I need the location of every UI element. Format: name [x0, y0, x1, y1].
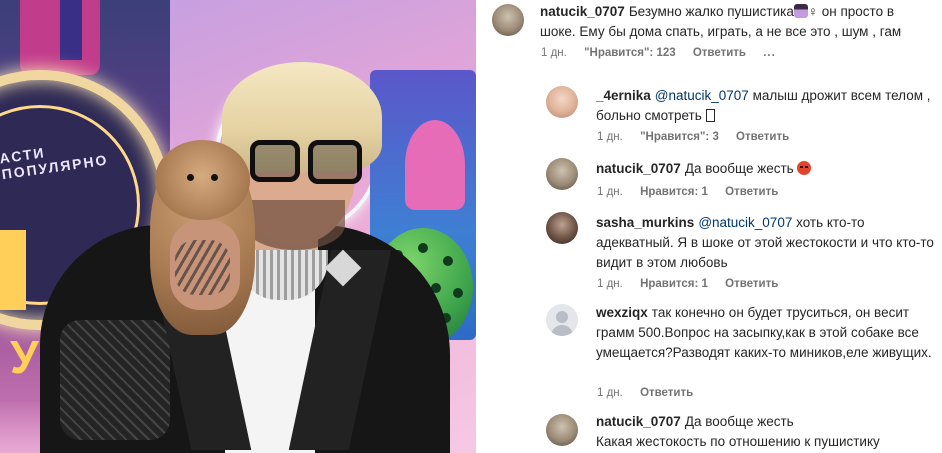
puppy-head [155, 140, 250, 220]
avatar[interactable] [546, 414, 578, 446]
person-beard [245, 200, 345, 250]
comment-likes[interactable]: "Нравится": 3 [640, 131, 719, 143]
comment-username[interactable]: wexziqx [596, 305, 648, 320]
comment-text: natucik_0707 Да вообще жесть Какая жесток… [596, 412, 936, 452]
comment-meta: 1 дн. Нравится: 1 Ответить [597, 278, 792, 290]
comment-body: Да вообще жесть [684, 161, 798, 176]
comment-likes[interactable]: Нравится: 1 [640, 186, 708, 198]
comment-age: 1 дн. [597, 131, 623, 143]
default-avatar-icon [556, 311, 568, 323]
comment-username[interactable]: natucik_0707 [540, 4, 625, 19]
stage-decor [405, 120, 465, 210]
comment-mention[interactable]: @natucik_0707 [698, 215, 792, 230]
post-photo[interactable]: АСТИ ПОПУЛЯРНО УЗ [0, 0, 476, 453]
reply-button[interactable]: Ответить [725, 278, 778, 290]
person-shrugging-icon [793, 4, 808, 18]
comment-meta: 1 дн. Нравится: 1 Ответить [597, 186, 792, 198]
avatar[interactable] [546, 86, 578, 118]
comment-meta: 1 дн. "Нравится": 123 Ответить ... [541, 47, 790, 59]
comment-text: _4ernika @natucik_0707 малыш дрожит всем … [596, 86, 936, 126]
comment-username[interactable]: natucik_0707 [596, 414, 681, 429]
more-options-icon[interactable]: ... [763, 47, 776, 59]
comment-likes[interactable]: Нравится: 1 [640, 278, 708, 290]
comment-mention[interactable]: @natucik_0707 [655, 88, 749, 103]
jacket-pattern [60, 320, 170, 440]
angry-face-icon [797, 161, 812, 175]
comment-age: 1 дн. [541, 47, 567, 59]
comment-text: natucik_0707 Да вообще жесть [596, 159, 936, 179]
comment-text: natucik_0707 Безумно жалко пушистика ♀ он … [540, 2, 920, 42]
comment-body: Да вообще жесть [684, 414, 794, 429]
avatar[interactable] [546, 212, 578, 244]
comment-age: 1 дн. [597, 278, 623, 290]
stage-decor [60, 0, 82, 60]
reply-button[interactable]: Ответить [725, 186, 778, 198]
avatar[interactable] [546, 158, 578, 190]
reply-button[interactable]: Ответить [693, 47, 746, 59]
comment-meta: 1 дн. "Нравится": 3 Ответить [597, 131, 803, 143]
comment-text: sasha_murkins @natucik_0707 хоть кто-то а… [596, 213, 936, 273]
comment-body: Безумно жалко пушистика [628, 4, 794, 19]
comment-body-line: Какая жестокость по отношению к пушистик… [596, 434, 880, 449]
avatar-placeholder[interactable] [546, 304, 578, 336]
glasses [250, 140, 300, 182]
avatar[interactable] [492, 4, 524, 36]
comments-panel[interactable]: natucik_0707 Безумно жалко пушистика ♀ он … [476, 0, 942, 453]
comment-username[interactable]: sasha_murkins [596, 215, 694, 230]
glasses [308, 140, 362, 184]
comment-age: 1 дн. [597, 186, 623, 198]
reply-button[interactable]: Ответить [640, 387, 693, 399]
hand-tattoo [175, 240, 230, 295]
comment-username[interactable]: _4ernika [596, 88, 651, 103]
comment-text: wexziqx так конечно он будет труситься, о… [596, 303, 936, 363]
unknown-glyph-icon [705, 109, 715, 122]
comment-meta: 1 дн. Ответить [597, 387, 707, 399]
comment-age: 1 дн. [597, 387, 623, 399]
comment-likes[interactable]: "Нравится": 123 [584, 47, 676, 59]
reply-button[interactable]: Ответить [736, 131, 789, 143]
comment-username[interactable]: natucik_0707 [596, 161, 681, 176]
